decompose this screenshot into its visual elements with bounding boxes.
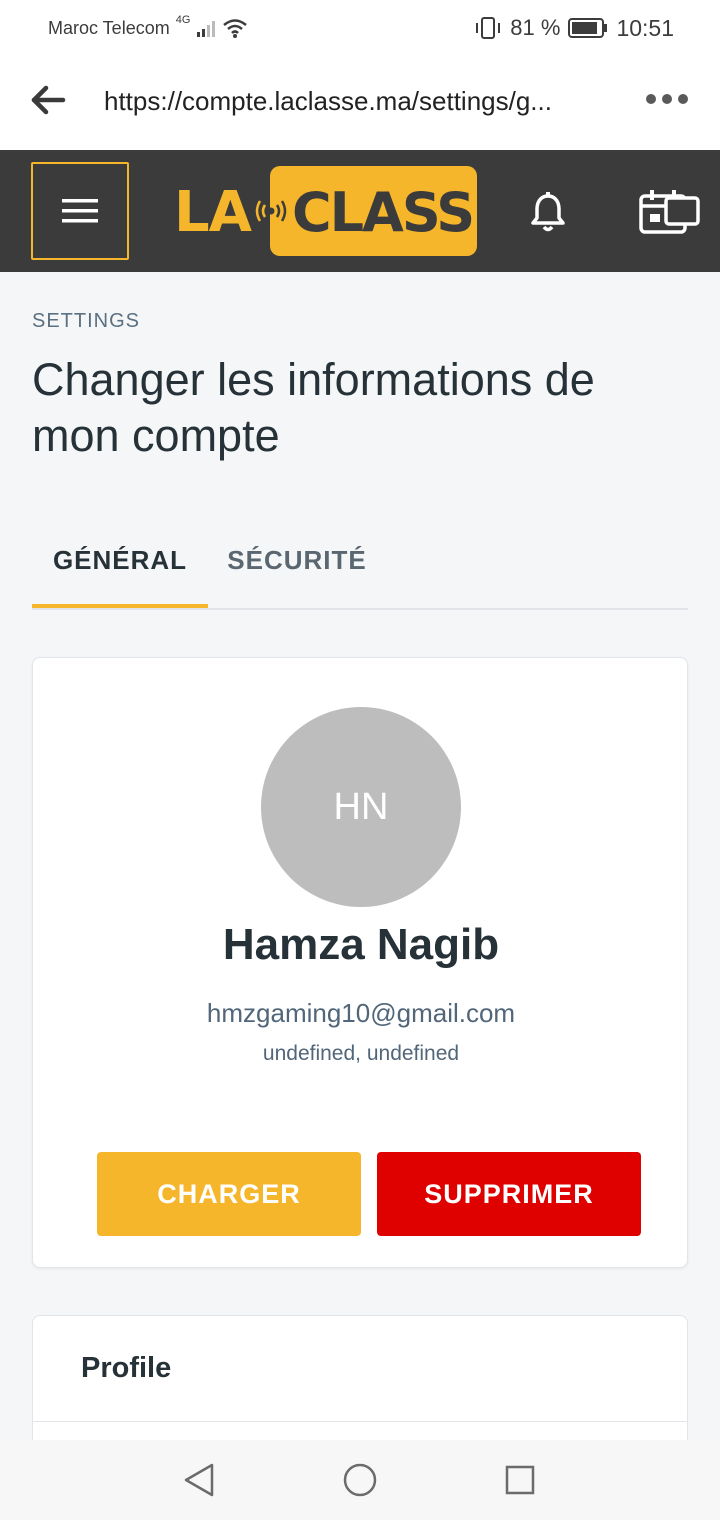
more-dots-icon[interactable]	[646, 94, 688, 104]
status-right: 81 % 10:51	[474, 15, 674, 42]
tab-securite[interactable]: SÉCURITÉ	[222, 530, 372, 608]
vibrate-icon	[476, 17, 501, 39]
battery-percent: 81 %	[510, 15, 561, 40]
battery-icon	[568, 18, 608, 38]
avatar-initials: HN	[333, 785, 389, 828]
supprimer-button[interactable]: SUPPRIMER	[377, 1152, 641, 1236]
url-text[interactable]: https://compte.laclasse.ma/settings/g...	[104, 86, 614, 117]
status-bar: Maroc Telecom 4G 81 % 10:51	[0, 0, 720, 56]
user-email: hmzgaming10@gmail.com	[206, 998, 516, 1028]
calendar-icon[interactable]	[638, 188, 702, 241]
dot	[662, 94, 672, 104]
user-location: undefined, undefined	[262, 1042, 460, 1065]
system-nav-bar	[0, 1440, 720, 1520]
arrow-left-icon[interactable]	[30, 84, 66, 121]
page-title: Changer les informations de mon compte	[32, 354, 595, 461]
avatar: HN	[261, 707, 461, 907]
breadcrumb: SETTINGS	[32, 310, 141, 332]
logo-text-la: LA	[174, 180, 252, 245]
user-card: HN Hamza Nagib hmzgaming10@gmail.com und…	[32, 657, 688, 1268]
wifi-icon	[223, 19, 248, 38]
square-recent-icon[interactable]	[504, 1464, 536, 1501]
tab-general[interactable]: GÉNÉRAL	[32, 530, 208, 608]
divider	[33, 1421, 687, 1422]
clock: 10:51	[616, 14, 674, 41]
hamburger-icon	[62, 199, 98, 223]
triangle-back-icon[interactable]	[182, 1462, 218, 1503]
network-type: 4G	[175, 14, 191, 26]
menu-button[interactable]	[31, 162, 129, 260]
user-name: Hamza Nagib	[222, 920, 500, 969]
browser-url-bar: https://compte.laclasse.ma/settings/g...	[0, 56, 720, 150]
broadcast-icon	[255, 200, 287, 222]
signal-icon	[197, 21, 216, 37]
settings-tabs: GÉNÉRAL SÉCURITÉ	[32, 530, 688, 610]
dot	[646, 94, 656, 104]
charger-button[interactable]: CHARGER	[97, 1152, 361, 1236]
bell-icon[interactable]	[528, 192, 568, 239]
profile-card: Profile	[32, 1315, 688, 1455]
carrier-name: Maroc Telecom	[48, 17, 170, 38]
active-tab-indicator	[32, 604, 208, 608]
circle-home-icon[interactable]	[342, 1462, 378, 1503]
app-header: LA CLASSE	[0, 150, 720, 272]
laclasse-logo[interactable]: LA CLASSE	[172, 166, 510, 256]
status-left: Maroc Telecom 4G	[48, 14, 248, 39]
logo-text-classe: CLASSE	[292, 181, 510, 244]
profile-section-title: Profile	[81, 1352, 172, 1384]
dot	[678, 94, 688, 104]
